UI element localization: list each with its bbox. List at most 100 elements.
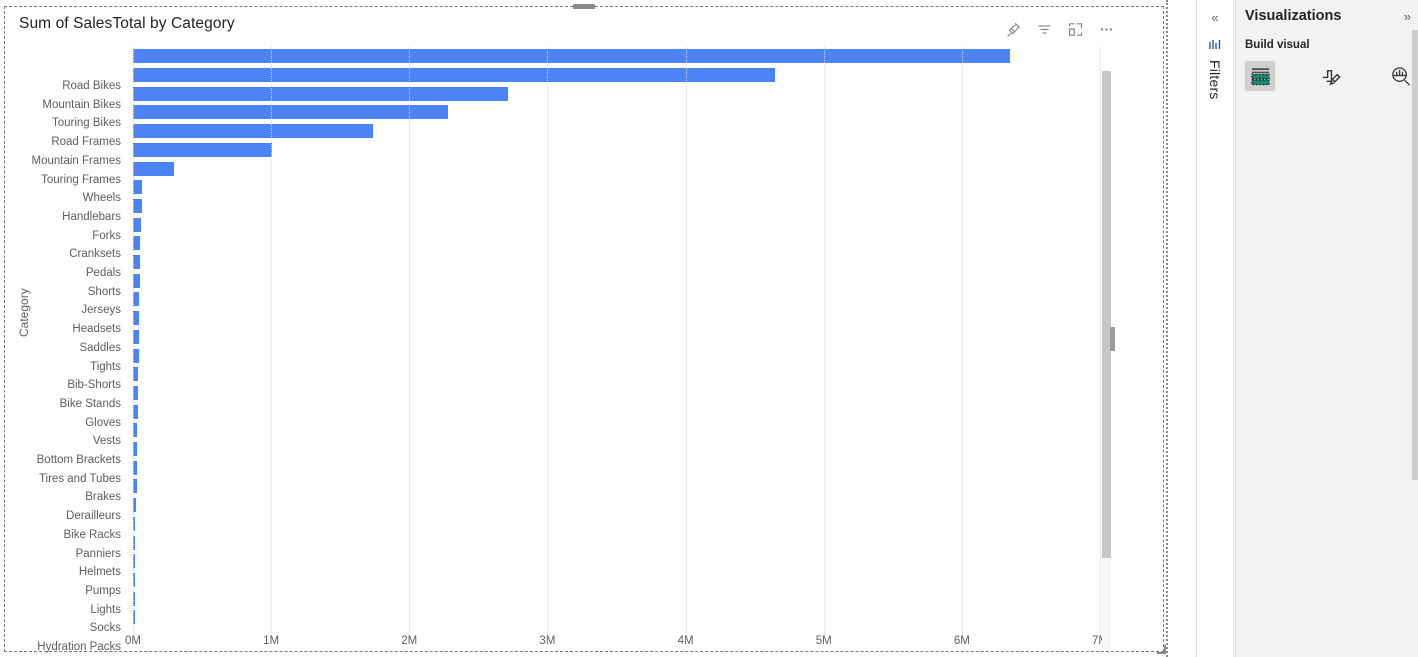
visualizations-pane-scrollbar[interactable] xyxy=(1412,30,1418,480)
bar-row[interactable] xyxy=(133,290,1100,309)
bar-row[interactable] xyxy=(133,533,1100,552)
focus-mode-icon[interactable] xyxy=(1067,21,1084,38)
bar-row[interactable] xyxy=(133,47,1100,66)
bar[interactable] xyxy=(133,161,175,176)
y-axis-tick-label: Road Frames xyxy=(51,136,121,149)
page-scrollbar-thumb[interactable] xyxy=(1110,327,1115,351)
bar-row[interactable] xyxy=(133,197,1100,216)
y-axis-tick-label: Lights xyxy=(90,603,121,616)
bar-row[interactable] xyxy=(133,515,1100,534)
bar-row[interactable] xyxy=(133,384,1100,403)
bar-row[interactable] xyxy=(133,122,1100,141)
visualizations-pane-title: Visualizations xyxy=(1245,8,1342,24)
build-visual-tab[interactable] xyxy=(1245,61,1275,91)
bar-row[interactable] xyxy=(133,440,1100,459)
gridline xyxy=(271,47,273,635)
collapse-pane-icon[interactable]: « xyxy=(1211,10,1218,25)
filter-pane-icon[interactable] xyxy=(1207,38,1223,52)
bar-row[interactable] xyxy=(133,421,1100,440)
bar[interactable] xyxy=(133,255,140,270)
y-axis-tick-label: Mountain Frames xyxy=(31,154,121,167)
bar[interactable] xyxy=(133,49,1011,64)
bar-row[interactable] xyxy=(133,589,1100,608)
more-options-icon[interactable] xyxy=(1098,21,1115,38)
bar-row[interactable] xyxy=(133,84,1100,103)
expand-pane-icon[interactable]: » xyxy=(1404,9,1411,24)
y-axis-tick-label: Gloves xyxy=(85,416,121,429)
bar-row[interactable] xyxy=(133,215,1100,234)
y-axis-tick-label: Touring Frames xyxy=(41,173,121,186)
pin-icon[interactable] xyxy=(1005,21,1022,38)
bar[interactable] xyxy=(133,180,143,195)
x-axis-tick-label: 0M xyxy=(125,635,141,647)
x-axis-tick-label: 1M xyxy=(263,635,280,647)
x-axis-tick-label: 3M xyxy=(539,635,556,647)
bar[interactable] xyxy=(133,105,448,120)
bar-row[interactable] xyxy=(133,234,1100,253)
chart-visual-container[interactable]: Sum of SalesTotal by Category Category R… xyxy=(4,4,1166,654)
visual-scrollbar-thumb[interactable] xyxy=(1102,71,1111,558)
bar-row[interactable] xyxy=(133,496,1100,515)
y-axis-tick-label: Mountain Bikes xyxy=(42,98,121,111)
filter-icon[interactable] xyxy=(1036,21,1053,38)
bar-row[interactable] xyxy=(133,477,1100,496)
bar-row[interactable] xyxy=(133,328,1100,347)
bar-row[interactable] xyxy=(133,608,1100,627)
y-axis-tick-label: Saddles xyxy=(79,341,121,354)
bar-row[interactable] xyxy=(133,103,1100,122)
y-axis-tick-label: Headsets xyxy=(72,323,121,336)
build-visual-label: Build visual xyxy=(1245,39,1310,51)
y-axis-tick-label: Panniers xyxy=(75,547,121,560)
visualizations-pane: Visualizations » Build visual xyxy=(1235,0,1418,657)
bar-row[interactable] xyxy=(133,178,1100,197)
bar-row[interactable] xyxy=(133,365,1100,384)
x-axis-tick-labels: 0M 1M 2M 3M 4M 5M 6M 7M xyxy=(125,635,1108,657)
bar-row[interactable] xyxy=(133,458,1100,477)
y-axis-tick-label: Tires and Tubes xyxy=(38,472,121,485)
y-axis-tick-label: Helmets xyxy=(78,566,121,579)
y-axis-tick-label: Derailleurs xyxy=(66,510,121,523)
bar-row[interactable] xyxy=(133,253,1100,272)
visual-resize-handle-top[interactable] xyxy=(573,4,595,9)
y-axis-tick-label: Bike Racks xyxy=(63,528,121,541)
bar[interactable] xyxy=(133,124,373,139)
y-axis-tick-label: Jerseys xyxy=(81,304,121,317)
y-axis-tick-label: Vests xyxy=(92,435,121,448)
gridline xyxy=(961,47,963,635)
analytics-tab[interactable] xyxy=(1385,61,1415,91)
bar-row[interactable] xyxy=(133,402,1100,421)
y-axis-tick-label: Touring Bikes xyxy=(51,117,121,130)
bar[interactable] xyxy=(133,68,776,83)
filters-pane-rail[interactable]: « Filters xyxy=(1196,0,1234,657)
y-axis-tick-label: Wheels xyxy=(82,192,121,205)
bar-row[interactable] xyxy=(133,271,1100,290)
y-axis-tick-label: Brakes xyxy=(85,491,121,504)
bar[interactable] xyxy=(133,198,142,213)
gridline xyxy=(823,47,825,635)
gridline xyxy=(547,47,549,635)
visual-action-bar xyxy=(1005,21,1115,38)
bar[interactable] xyxy=(133,86,509,101)
bar[interactable] xyxy=(133,217,142,232)
filters-pane-label: Filters xyxy=(1207,60,1223,100)
y-axis-tick-label: Pumps xyxy=(85,584,121,597)
format-visual-tab[interactable] xyxy=(1315,61,1345,91)
bar-row[interactable] xyxy=(133,66,1100,85)
bar-row[interactable] xyxy=(133,309,1100,328)
gridline xyxy=(133,47,134,635)
y-axis-tick-label: Road Bikes xyxy=(62,80,121,92)
x-axis-tick-label: 2M xyxy=(401,635,418,647)
x-axis-tick-label: 5M xyxy=(815,635,832,647)
bar-row[interactable] xyxy=(133,346,1100,365)
gridline xyxy=(409,47,411,635)
y-axis-tick-label: Cranksets xyxy=(69,248,121,261)
y-axis-tick-label: Tights xyxy=(90,360,121,373)
bar-row[interactable] xyxy=(133,571,1100,590)
bar[interactable] xyxy=(133,236,141,251)
bar-row[interactable] xyxy=(133,159,1100,178)
bar-row[interactable] xyxy=(133,552,1100,571)
bar[interactable] xyxy=(133,142,272,157)
bar-row[interactable] xyxy=(133,141,1100,160)
gridline xyxy=(1100,47,1101,635)
y-axis-tick-label: Hydration Packs xyxy=(37,641,121,653)
